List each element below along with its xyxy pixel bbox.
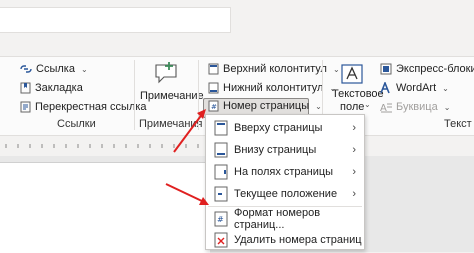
menu-item-remove-page-numbers[interactable]: Удалить номера страниц [206, 229, 364, 251]
annotation-arrow-icon [173, 109, 206, 153]
menu-item-bottom-of-page[interactable]: Внизу страницы › [206, 139, 364, 161]
chevron-right-icon: › [352, 144, 356, 156]
textbox-icon [341, 64, 363, 84]
links-group-label: Ссылки [57, 118, 96, 130]
page-number-button[interactable]: # Номер страницы ⌄ [208, 100, 322, 112]
quick-parts-button[interactable]: Экспресс-блоки ⌄ [380, 63, 474, 75]
text-group-label: Текст [444, 118, 472, 130]
menu-item-label: Формат номеров страниц... [234, 207, 321, 231]
quick-parts-icon [380, 63, 392, 75]
quick-parts-label: Экспресс-блоки [396, 63, 474, 75]
wordart-button[interactable]: WordArt ⌄ [380, 82, 449, 94]
menu-item-label: На полях страницы [234, 166, 334, 178]
chevron-down-icon: ⌄ [315, 101, 322, 111]
menu-item-label: Удалить номера страниц [234, 234, 362, 246]
current-position-icon [213, 186, 229, 202]
footer-icon [208, 82, 219, 94]
chevron-right-icon: › [352, 166, 356, 178]
bookmark-label: Закладка [35, 82, 83, 94]
textbox-label-2: поле [340, 101, 365, 113]
footer-button[interactable]: Нижний колонтитул ⌄ [208, 82, 336, 94]
comment-label: Примечание [140, 90, 204, 102]
page-number-menu: Вверху страницы › Внизу страницы › На по… [205, 114, 365, 250]
svg-text:#: # [211, 103, 217, 111]
bookmark-button[interactable]: Закладка [20, 82, 83, 94]
cross-reference-icon [20, 101, 31, 113]
header-icon [208, 63, 219, 75]
chevron-down-icon: ⌄ [80, 64, 88, 74]
svg-text:#: # [217, 215, 224, 224]
menu-item-top-of-page[interactable]: Вверху страницы › [206, 117, 364, 139]
dropcap-label: Буквица [396, 101, 438, 113]
remove-page-numbers-icon [213, 232, 229, 248]
link-icon [20, 64, 32, 74]
header-button[interactable]: Верхний колонтитул ⌄ [208, 63, 340, 75]
format-page-numbers-icon: # [213, 211, 229, 227]
page-bottom-icon [213, 142, 229, 158]
link-button[interactable]: Ссылка ⌄ [20, 63, 88, 75]
menu-item-format-page-numbers[interactable]: # Формат номеров страниц... [206, 207, 364, 231]
chevron-down-icon: ⌄ [442, 83, 449, 93]
bookmark-icon [20, 82, 31, 94]
textbox-label-1: Текстовое [332, 88, 384, 100]
header-label: Верхний колонтитул [223, 63, 327, 75]
textbox-button[interactable]: Текстовое поле ⌄ [330, 62, 384, 114]
comment-icon [154, 62, 178, 84]
cross-reference-label: Перекрестная ссылка [35, 101, 147, 113]
chevron-right-icon: › [352, 188, 356, 200]
footer-label: Нижний колонтитул [223, 82, 324, 94]
wordart-label: WordArt [396, 82, 437, 94]
page-top-icon [213, 120, 229, 136]
page-margin-icon [213, 164, 229, 180]
menu-item-current-position[interactable]: Текущее положение › [206, 183, 364, 205]
chevron-right-icon: › [352, 122, 356, 134]
chevron-down-icon: ⌄ [443, 102, 451, 112]
chevron-down-icon: ⌄ [364, 100, 371, 109]
dropcap-button[interactable]: A Буквица ⌄ [380, 101, 450, 113]
menu-item-page-margins[interactable]: На полях страницы › [206, 161, 364, 183]
menu-item-label: Внизу страницы [234, 144, 317, 156]
dropcap-icon: A [380, 101, 392, 113]
menu-item-label: Текущее положение [234, 188, 338, 200]
wordart-icon [380, 82, 392, 94]
annotation-arrow-icon [165, 183, 209, 205]
cross-reference-button[interactable]: Перекрестная ссылка [20, 101, 147, 113]
group-divider [134, 60, 135, 130]
menu-item-label: Вверху страницы [234, 122, 323, 134]
comment-button[interactable]: Примечание [140, 60, 204, 102]
link-label: Ссылка [36, 63, 75, 75]
page-number-label: Номер страницы [223, 100, 310, 112]
search-field[interactable] [0, 7, 231, 33]
